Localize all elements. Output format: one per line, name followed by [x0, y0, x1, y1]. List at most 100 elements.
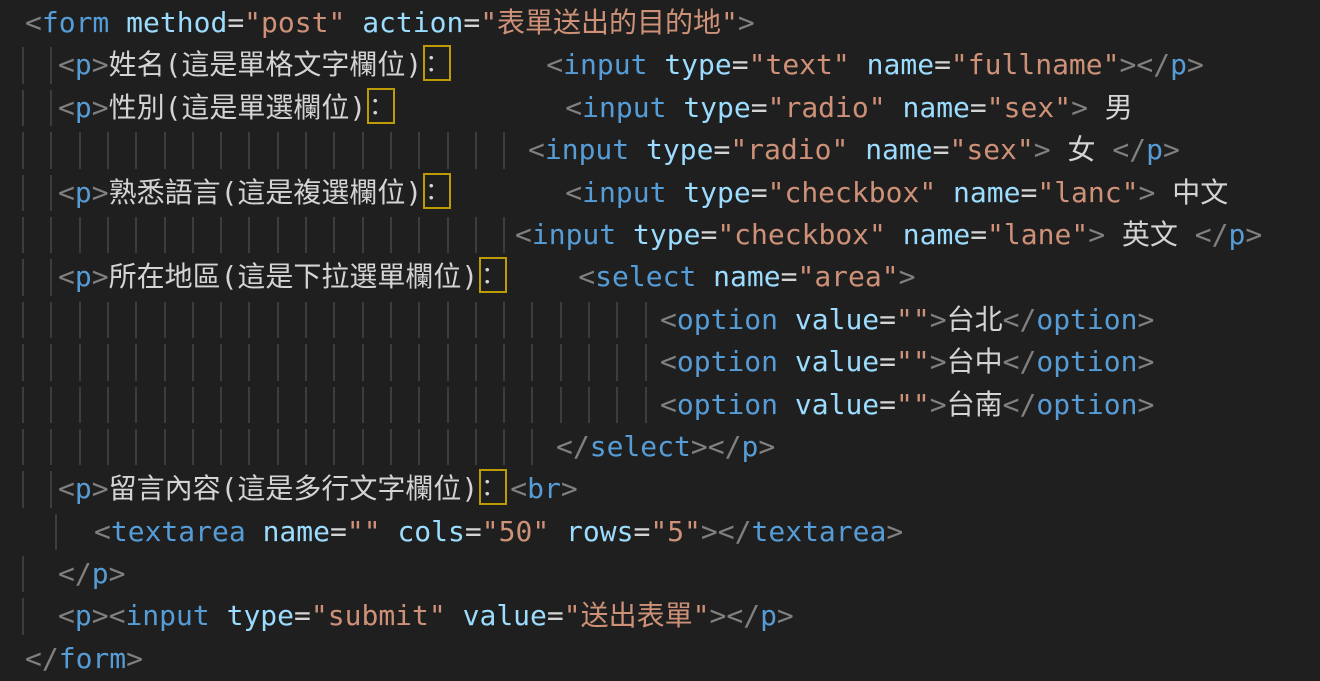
code-line-content: <form method="post" action="表單送出的目的地"> [0, 2, 1320, 44]
tag-name-token: p [75, 176, 92, 209]
attribute-name-token: value [795, 345, 879, 378]
attribute-name-token: type [646, 133, 713, 166]
punctuation-token: </ [556, 430, 590, 463]
code-line-13[interactable]: <textarea name="" cols="50" rows="5"></t… [0, 511, 1320, 553]
punctuation-token: > [109, 557, 126, 590]
string-token: "submit" [311, 599, 446, 632]
code-line-content: </select></p> [0, 426, 1320, 468]
code-line-6[interactable]: <input type="checkbox" name="lane"> 英文 <… [0, 214, 1320, 256]
attribute-name-token: type [683, 176, 750, 209]
punctuation-token: </ [726, 599, 760, 632]
punctuation-token: < [510, 472, 527, 505]
punctuation-token: > [92, 48, 109, 81]
tag-name-token: option [677, 388, 778, 421]
equals-token: = [879, 345, 896, 378]
punctuation-token: > [930, 303, 947, 336]
code-line-7[interactable]: <p>所在地區(這是下拉選單欄位)：<select name="area"> [0, 256, 1320, 298]
code-line-1[interactable]: <form method="post" action="表單送出的目的地"> [0, 2, 1320, 44]
tag-name-token: p [75, 472, 92, 505]
punctuation-token: < [58, 176, 75, 209]
attribute-name-token: cols [397, 515, 464, 548]
code-line-3[interactable]: <p>性別(這是單選欄位)：<input type="radio" name="… [0, 87, 1320, 129]
string-token: "fullname" [951, 48, 1120, 81]
tag-name-token: input [545, 133, 629, 166]
punctuation-token: </ [25, 642, 59, 675]
equals-token: = [879, 303, 896, 336]
text-token: 熟悉語言(這是複選欄位) [109, 176, 423, 209]
code-line-15[interactable]: <p><input type="submit" value="送出表單"></p… [0, 595, 1320, 637]
text-token [886, 91, 903, 124]
text-token [446, 599, 463, 632]
text-token [616, 218, 633, 251]
punctuation-token: > [1138, 388, 1155, 421]
code-line-4[interactable]: <input type="radio" name="sex"> 女 </p> [0, 129, 1320, 171]
punctuation-token: > [899, 260, 916, 293]
tag-name-token: input [532, 218, 616, 251]
punctuation-token: > [92, 599, 109, 632]
code-line-8[interactable]: <option value="">台北</option> [0, 299, 1320, 341]
text-token [109, 6, 126, 39]
punctuation-token: < [565, 176, 582, 209]
tag-name-token: select [595, 260, 696, 293]
code-lines: <form method="post" action="表單送出的目的地"><p… [0, 2, 1320, 680]
attribute-name-token: name [263, 515, 330, 548]
punctuation-token: </ [1003, 345, 1037, 378]
punctuation-token: > [1071, 91, 1088, 124]
equals-token: = [463, 6, 480, 39]
punctuation-token: </ [718, 515, 752, 548]
punctuation-token: </ [708, 430, 742, 463]
equals-token: = [713, 133, 730, 166]
equals-token: = [700, 218, 717, 251]
string-token: "checkbox" [717, 218, 886, 251]
punctuation-token: < [58, 260, 75, 293]
tag-name-token: option [677, 345, 778, 378]
text-token: 中文 [1155, 176, 1228, 209]
whitespace-gap [508, 284, 578, 286]
code-line-content: <option value="">台南</option> [0, 384, 1320, 426]
code-line-5[interactable]: <p>熟悉語言(這是複選欄位)：<input type="checkbox" n… [0, 172, 1320, 214]
tag-name-token: p [75, 599, 92, 632]
tag-name-token: input [125, 599, 209, 632]
string-token: "sex" [949, 133, 1033, 166]
attribute-name-token: type [683, 91, 750, 124]
code-line-12[interactable]: <p>留言內容(這是多行文字欄位)：<br> [0, 468, 1320, 510]
whitespace-gap [452, 72, 546, 74]
attribute-name-token: name [903, 218, 970, 251]
code-line-content: <option value="">台中</option> [0, 341, 1320, 383]
punctuation-token: > [92, 176, 109, 209]
text-token [778, 303, 795, 336]
punctuation-token: </ [1003, 303, 1037, 336]
punctuation-token: < [565, 91, 582, 124]
punctuation-token: > [92, 91, 109, 124]
attribute-name-token: name [953, 176, 1020, 209]
whitespace-gap [452, 200, 565, 202]
code-line-16[interactable]: </form> [0, 638, 1320, 680]
code-line-14[interactable]: </p> [0, 553, 1320, 595]
string-token: "送出表單" [564, 599, 710, 632]
code-line-9[interactable]: <option value="">台中</option> [0, 341, 1320, 383]
attribute-name-token: value [463, 599, 547, 632]
punctuation-token: > [886, 515, 903, 548]
equals-token: = [732, 48, 749, 81]
text-token [345, 6, 362, 39]
punctuation-token: > [1138, 303, 1155, 336]
punctuation-token: < [546, 48, 563, 81]
unicode-highlight-fullwidth-colon: ： [423, 45, 451, 81]
code-line-content: </p> [0, 553, 1320, 595]
text-token [778, 388, 795, 421]
tag-name-token: option [1036, 388, 1137, 421]
unicode-highlight-fullwidth-colon: ： [479, 257, 507, 293]
punctuation-token: > [738, 6, 755, 39]
code-line-10[interactable]: <option value="">台南</option> [0, 384, 1320, 426]
text-token: 男 [1088, 91, 1133, 124]
equals-token: = [465, 515, 482, 548]
attribute-name-token: value [795, 303, 879, 336]
equals-token: = [970, 91, 987, 124]
text-token [778, 345, 795, 378]
code-line-2[interactable]: <p>姓名(這是單格文字欄位)：<input type="text" name=… [0, 44, 1320, 86]
string-token: "lanc" [1037, 176, 1138, 209]
text-token: 台南 [947, 388, 1003, 421]
code-line-11[interactable]: </select></p> [0, 426, 1320, 468]
text-token: 所在地區(這是下拉選單欄位) [109, 260, 479, 293]
attribute-name-token: type [664, 48, 731, 81]
